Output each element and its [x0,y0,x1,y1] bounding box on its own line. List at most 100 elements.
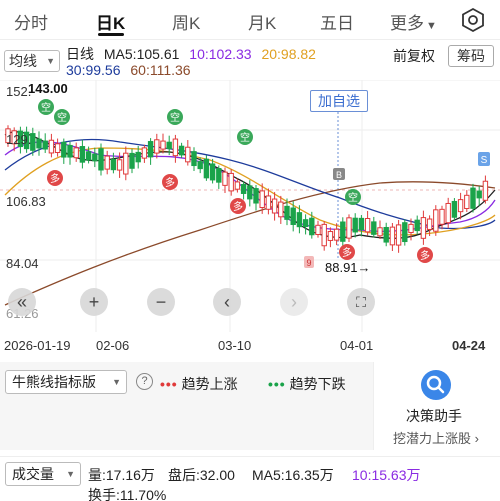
svg-text:B: B [336,170,342,180]
candle-body [395,224,402,246]
candle-body [178,145,185,156]
zoom-in-button[interactable]: + [80,288,108,316]
kline-canvas: 空 空 空 空 空 多 多 多 多 多 B S 9 [0,80,500,332]
candle-body [222,171,228,186]
candle-body [383,226,389,243]
candle-body [67,144,73,158]
tab-weekly-k[interactable]: 周K [172,9,200,34]
turnover-rate: 换手:11.70% [88,487,167,501]
candle-body [457,199,464,213]
chevron-right-icon: › [291,291,297,312]
chevron-right-icon: › [474,431,479,446]
ma5-value: MA5:105.61 [103,46,180,62]
svg-text:多: 多 [342,246,352,259]
high-price-annotation: 143.00 [28,81,68,96]
ma-select[interactable]: 均线 ▼ [4,50,60,72]
candle-body [166,141,172,150]
candle-body [209,163,216,181]
candle-body [104,155,110,170]
svg-text:多: 多 [233,200,243,213]
chip-distribution-button[interactable]: 筹码 [448,45,494,67]
tab-more-label: 更多 [390,14,424,33]
candle-body [240,183,247,194]
candle-body [54,143,61,154]
candle-body [110,158,117,171]
candle-body [197,161,203,170]
volume-select-label: 成交量 [12,466,54,482]
candle-body [476,190,482,199]
candle-body [259,190,265,209]
candle-body [426,218,433,230]
ma-select-label: 均线 [9,53,37,69]
scroll-start-button[interactable]: « [8,288,36,316]
ma-line-2: 30:99.56 60:111.36 [66,62,191,78]
settings-hex-icon[interactable] [460,7,486,33]
kline-chart[interactable]: 空 空 空 空 空 多 多 多 多 多 B S 9 152. 143.00 12… [0,80,500,332]
tab-more[interactable]: 更多 ▼ [390,9,437,34]
tab-daily-k[interactable]: 日K [96,9,125,34]
legend-trend-down: ••• 趋势下跌 [268,374,346,394]
legend-down-label: 趋势下跌 [289,376,346,392]
assistant-subtitle: 挖潜力上涨股 › [374,428,498,447]
adjust-mode-button[interactable]: 前复权 [393,46,435,66]
candle-body [470,187,476,209]
volume-select[interactable]: 成交量 ▼ [5,462,81,486]
candle-body [216,168,222,183]
assistant-title: 决策助手 [406,408,462,424]
tab-fenshi[interactable]: 分时 [14,9,48,34]
price-label-mid: 106.83 [6,194,46,209]
date-label-5: 04-24 [452,338,486,353]
tab-five-day[interactable]: 五日 [320,9,354,34]
candle-body [464,194,470,210]
volume-ma10: 10:15.63万 [352,467,421,483]
tab-monthly-k[interactable]: 月K [248,9,276,34]
candle-body [191,151,197,167]
price-label-2: 129. [6,132,32,147]
minus-icon: − [155,291,167,312]
bull-bear-select[interactable]: 牛熊线指标版 ▼ [5,370,127,394]
help-icon[interactable]: ? [136,373,153,390]
candle-body [358,217,365,231]
candle-body [364,218,371,233]
active-tab-indicator [98,33,124,36]
candle-body [439,208,445,225]
zoom-out-button[interactable]: − [147,288,175,316]
candle-body [36,138,42,149]
ma-line-1: 日线 MA5:105.61 10:102.33 20:98.82 [66,44,316,64]
candle-body [234,181,241,190]
ma10-value: 10:102.33 [189,46,252,62]
chevron-down-icon: ▼ [66,469,75,479]
legend-up-label: 趋势上涨 [181,376,238,392]
add-watchlist-button[interactable]: 加自选 [310,90,368,112]
candle-body [315,224,321,236]
svg-text:9: 9 [306,258,311,268]
candle-body [414,219,420,232]
candle-body [352,217,358,233]
candle-body [389,226,396,246]
candle-body [129,152,135,169]
candle-body [98,148,104,171]
candle-body [309,217,315,236]
svg-text:多: 多 [50,172,60,185]
svg-text:空: 空 [170,111,180,124]
svg-text:空: 空 [41,101,51,114]
fullscreen-button[interactable]: ⛶ [347,288,375,316]
assistant-subtitle-text: 挖潜力上涨股 [393,431,472,446]
candle-body [290,207,296,225]
svg-text:多: 多 [165,176,175,189]
volume-value: 量:17.16万 [88,467,155,483]
candle-body [377,227,383,237]
decision-assistant-card[interactable]: 决策助手 挖潜力上涨股 › [373,362,500,450]
scroll-right-button[interactable]: › [280,288,308,316]
candle-body [42,140,48,150]
candle-body [302,219,309,227]
chevron-down-icon: ▼ [46,56,55,66]
period-tabs: 分时 日K 周K 月K 五日 更多 ▼ [0,0,500,40]
candle-body [278,201,284,218]
bull-bear-select-label: 牛熊线指标版 [12,374,96,390]
legend-up-dots: ••• [160,376,178,392]
candle-body [420,217,427,239]
candle-body [228,172,234,192]
plus-icon: + [88,291,100,312]
scroll-left-button[interactable]: ‹ [213,288,241,316]
